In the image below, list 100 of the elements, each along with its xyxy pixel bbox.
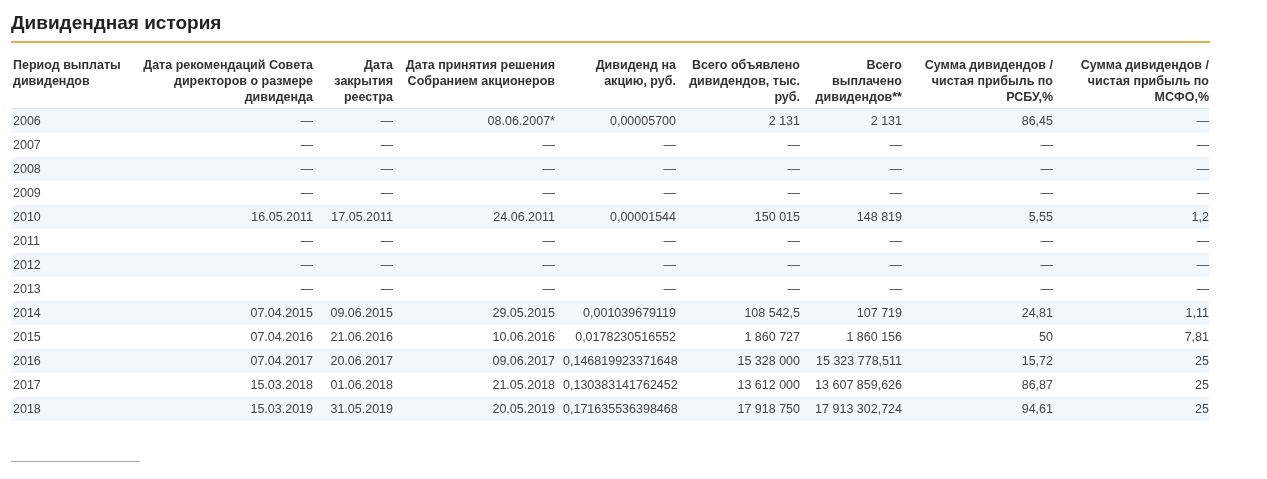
- table-cell: —: [676, 253, 800, 277]
- table-cell: —: [800, 181, 902, 205]
- table-cell: 31.05.2019: [313, 397, 393, 421]
- table-cell: 2 131: [800, 108, 902, 133]
- table-cell: 0,146819923371648: [555, 349, 676, 373]
- table-cell: —: [902, 253, 1053, 277]
- table-cell: 15.03.2018: [131, 373, 313, 397]
- table-cell: 2018: [11, 397, 131, 421]
- column-header: Период выплаты дивидендов: [11, 55, 131, 109]
- table-cell: 86,45: [902, 108, 1053, 133]
- table-cell: —: [393, 277, 555, 301]
- table-cell: 86,87: [902, 373, 1053, 397]
- table-cell: —: [1053, 157, 1209, 181]
- table-cell: 16.05.2011: [131, 205, 313, 229]
- table-cell: 2015: [11, 325, 131, 349]
- table-cell: 09.06.2015: [313, 301, 393, 325]
- table-cell: 2016: [11, 349, 131, 373]
- table-cell: 20.05.2019: [393, 397, 555, 421]
- table-cell: 20.06.2017: [313, 349, 393, 373]
- column-header: Сумма дивидендов / чистая прибыль по МСФО,%: [1053, 55, 1209, 109]
- table-cell: —: [676, 157, 800, 181]
- table-cell: 2012: [11, 253, 131, 277]
- table-cell: 25: [1053, 397, 1209, 421]
- table-cell: —: [313, 277, 393, 301]
- table-cell: —: [902, 277, 1053, 301]
- table-cell: 0,171635536398468: [555, 397, 676, 421]
- table-cell: —: [1053, 108, 1209, 133]
- table-cell: 150 015: [676, 205, 800, 229]
- table-cell: —: [902, 157, 1053, 181]
- table-cell: —: [902, 229, 1053, 253]
- table-cell: 17 913 302,724: [800, 397, 902, 421]
- table-cell: 15,72: [902, 349, 1053, 373]
- table-cell: 21.06.2016: [313, 325, 393, 349]
- table-cell: 10.06.2016: [393, 325, 555, 349]
- table-cell: 2014: [11, 301, 131, 325]
- table-cell: 0,001039679119: [555, 301, 676, 325]
- table-cell: 2013: [11, 277, 131, 301]
- table-cell: —: [131, 181, 313, 205]
- table-cell: 15.03.2019: [131, 397, 313, 421]
- table-cell: —: [1053, 229, 1209, 253]
- table-cell: 0,130383141762452: [555, 373, 676, 397]
- table-cell: —: [555, 253, 676, 277]
- table-cell: 25: [1053, 349, 1209, 373]
- table-cell: —: [313, 181, 393, 205]
- table-cell: —: [555, 133, 676, 157]
- table-cell: —: [555, 277, 676, 301]
- table-cell: 15 323 778,511: [800, 349, 902, 373]
- table-cell: 24.06.2011: [393, 205, 555, 229]
- table-cell: 1,2: [1053, 205, 1209, 229]
- table-cell: —: [676, 277, 800, 301]
- table-cell: 2017: [11, 373, 131, 397]
- table-cell: —: [131, 133, 313, 157]
- table-cell: 2009: [11, 181, 131, 205]
- section-title: Дивидендная история: [11, 12, 1210, 43]
- table-cell: 0,00001544: [555, 205, 676, 229]
- table-cell: 108 542,5: [676, 301, 800, 325]
- table-cell: 2 131: [676, 108, 800, 133]
- table-cell: —: [1053, 181, 1209, 205]
- table-cell: —: [131, 253, 313, 277]
- table-cell: 13 612 000: [676, 373, 800, 397]
- table-cell: 15 328 000: [676, 349, 800, 373]
- table-cell: —: [555, 157, 676, 181]
- table-cell: —: [1053, 253, 1209, 277]
- column-header: Всего выплачено дивидендов**: [800, 55, 902, 109]
- table-cell: 17.05.2011: [313, 205, 393, 229]
- table-cell: —: [313, 229, 393, 253]
- table-cell: 25: [1053, 373, 1209, 397]
- table-cell: 21.05.2018: [393, 373, 555, 397]
- table-cell: —: [393, 181, 555, 205]
- table-cell: —: [555, 229, 676, 253]
- table-cell: —: [393, 133, 555, 157]
- table-cell: —: [131, 108, 313, 133]
- table-cell: —: [800, 133, 902, 157]
- table-cell: 2010: [11, 205, 131, 229]
- table-cell: —: [313, 108, 393, 133]
- table-cell: —: [676, 133, 800, 157]
- table-cell: —: [131, 229, 313, 253]
- table-cell: —: [313, 133, 393, 157]
- table-cell: 5,55: [902, 205, 1053, 229]
- table-cell: —: [676, 181, 800, 205]
- table-cell: —: [1053, 133, 1209, 157]
- table-cell: 1 860 727: [676, 325, 800, 349]
- column-header: Дата закрытия реестра: [313, 55, 393, 109]
- table-cell: 07.04.2015: [131, 301, 313, 325]
- table-cell: 7,81: [1053, 325, 1209, 349]
- table-cell: —: [800, 229, 902, 253]
- table-cell: 07.04.2016: [131, 325, 313, 349]
- table-cell: —: [393, 253, 555, 277]
- table-cell: —: [393, 229, 555, 253]
- table-cell: —: [800, 277, 902, 301]
- table-cell: —: [131, 277, 313, 301]
- table-cell: 1 860 156: [800, 325, 902, 349]
- table-cell: 1,11: [1053, 301, 1209, 325]
- table-cell: 07.04.2017: [131, 349, 313, 373]
- table-cell: —: [902, 133, 1053, 157]
- table-cell: —: [902, 181, 1053, 205]
- table-cell: —: [393, 157, 555, 181]
- table-cell: 0,00005700: [555, 108, 676, 133]
- table-cell: 2007: [11, 133, 131, 157]
- table-cell: —: [676, 229, 800, 253]
